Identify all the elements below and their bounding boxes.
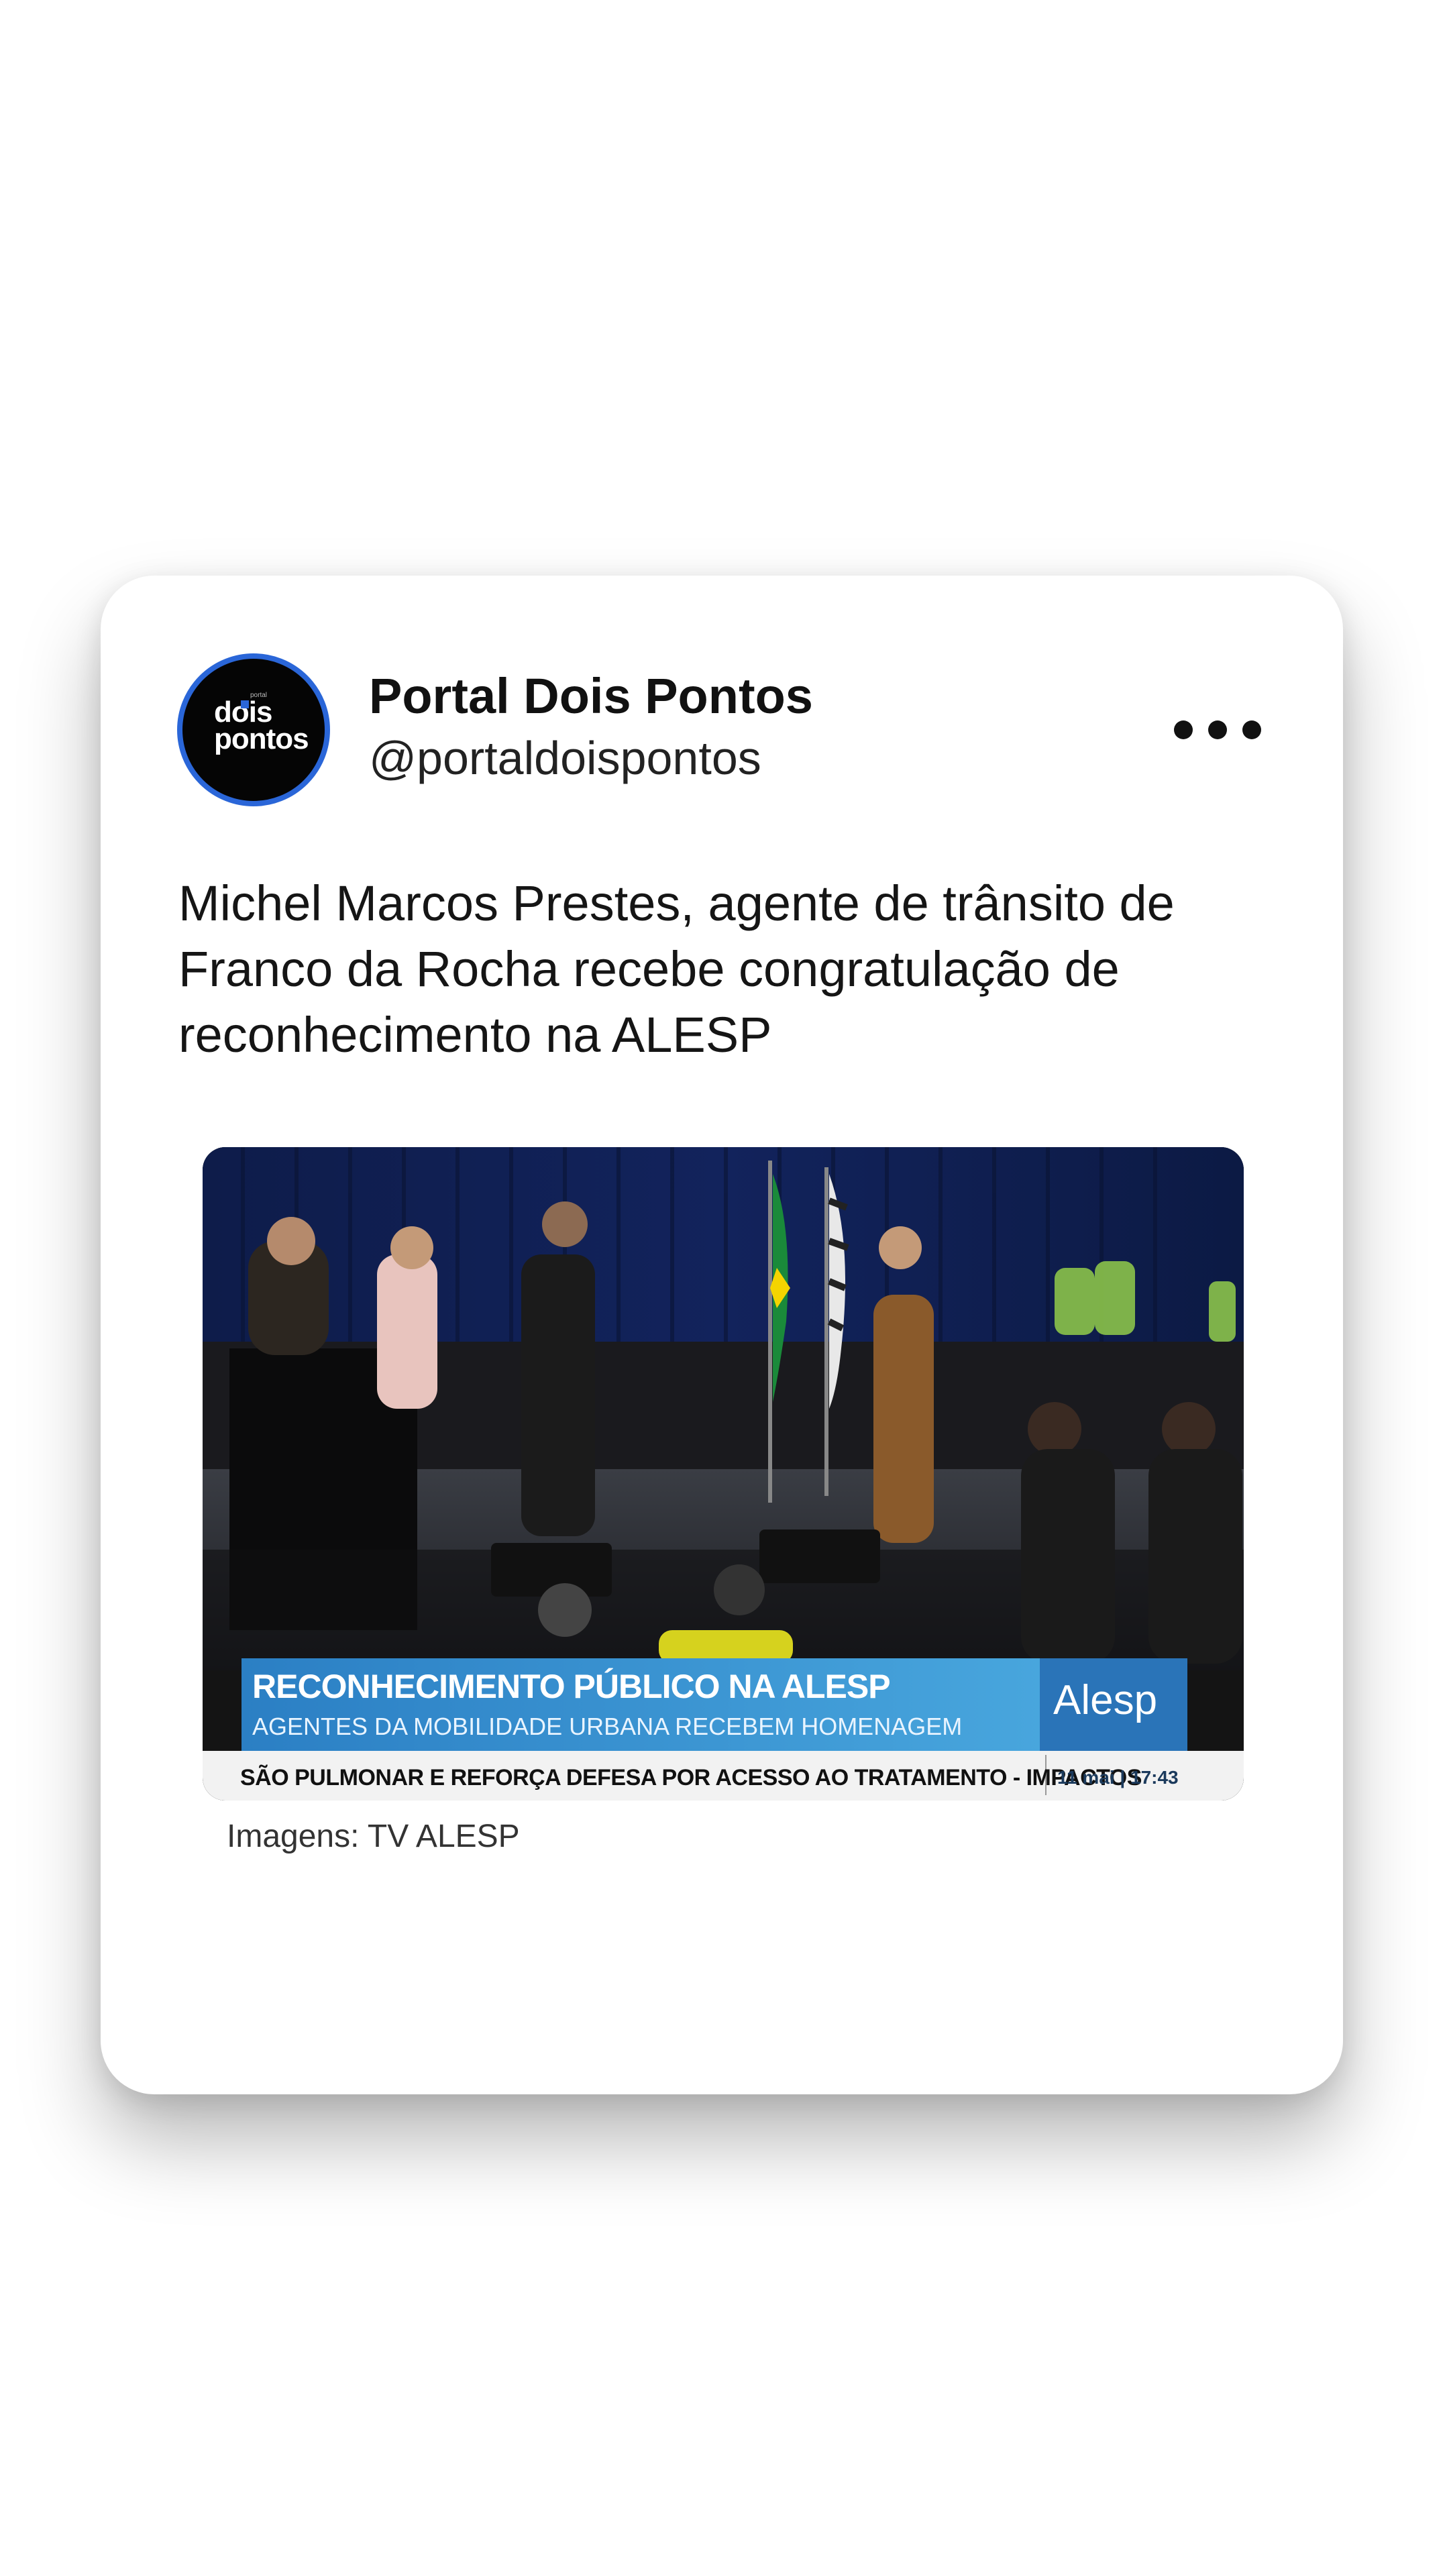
logo-bottom-text: pontos xyxy=(214,722,309,755)
news-ticker-text: SÃO PULMONAR E REFORÇA DEFESA POR ACESSO… xyxy=(240,1765,1142,1790)
alesp-channel-logo: Alesp xyxy=(1053,1677,1158,1723)
more-horizontal-icon xyxy=(1174,720,1193,739)
lower-third-subtitle: AGENTES DA MOBILIDADE URBANA RECEBEM HOM… xyxy=(252,1713,963,1740)
more-options-button[interactable] xyxy=(1174,710,1261,750)
more-horizontal-icon xyxy=(1208,720,1227,739)
avatar[interactable]: portal dois pontos xyxy=(177,653,330,806)
lower-third-title: RECONHECIMENTO PÚBLICO NA ALESP xyxy=(252,1668,891,1705)
author-name[interactable]: Portal Dois Pontos xyxy=(369,668,813,724)
more-horizontal-icon xyxy=(1242,720,1261,739)
logo-blue-dot xyxy=(241,700,249,708)
post-text: Michel Marcos Prestes, agente de trânsit… xyxy=(178,875,1175,1063)
post-card: portal dois pontos Portal Dois Pontos @p… xyxy=(101,576,1343,2094)
post-video-frame[interactable]: RECONHECIMENTO PÚBLICO NA ALESP AGENTES … xyxy=(203,1147,1244,1801)
ticker-date-time: 11 mai | 17:43 xyxy=(1057,1767,1179,1788)
author-handle[interactable]: @portaldoispontos xyxy=(369,731,761,785)
image-caption: Imagens: TV ALESP xyxy=(227,1819,520,1854)
portal-dois-pontos-logo: portal dois pontos xyxy=(203,692,309,762)
